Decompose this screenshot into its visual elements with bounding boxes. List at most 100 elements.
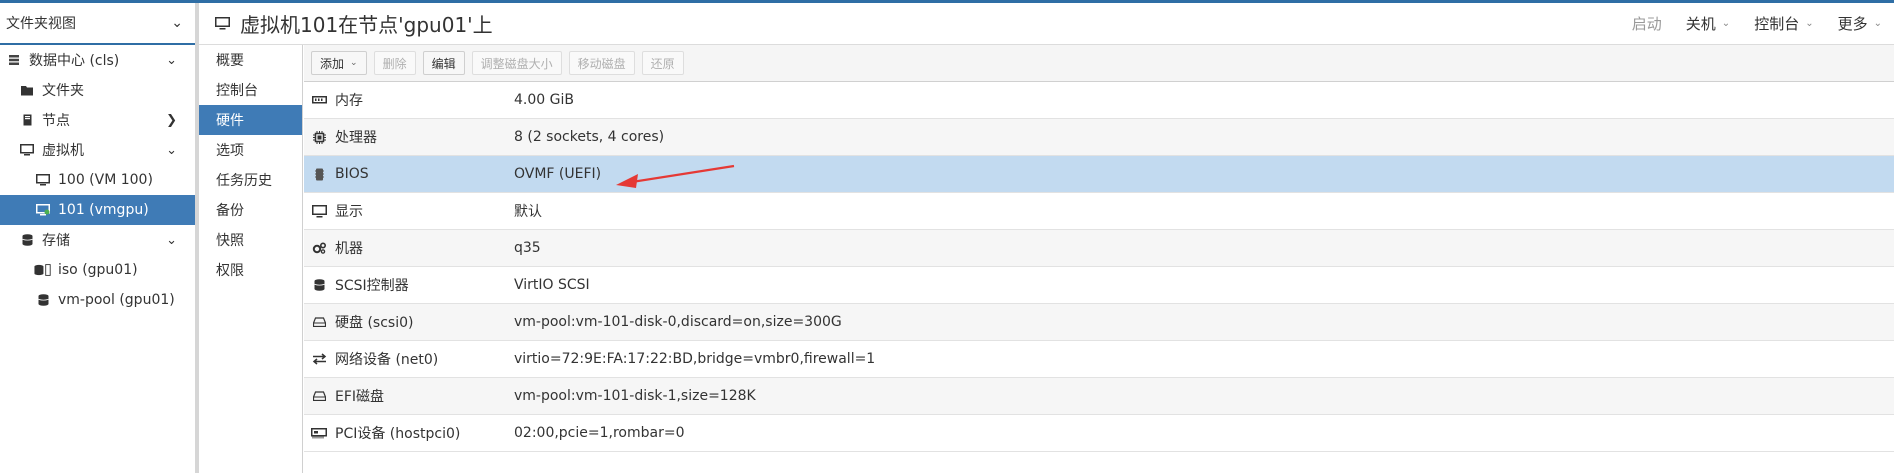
monitor-icon xyxy=(34,174,52,186)
row-value: vm-pool:vm-101-disk-0,discard=on,size=30… xyxy=(514,314,842,330)
console-button[interactable]: 控制台 ⌄ xyxy=(1742,9,1825,39)
row-key: BIOS xyxy=(335,166,369,182)
shutdown-button-label: 关机 xyxy=(1685,15,1716,33)
database-icon xyxy=(18,234,36,246)
nav-item-console[interactable]: 控制台 xyxy=(199,75,302,105)
tree-item-label: 虚拟机 xyxy=(42,143,84,159)
nav-item-task-history[interactable]: 任务历史 xyxy=(199,165,302,195)
chevron-down-icon[interactable]: ⌄ xyxy=(1722,18,1730,29)
table-row[interactable]: EFI磁盘 vm-pool:vm-101-disk-1,size=128K xyxy=(304,378,1894,415)
nav-item-backup[interactable]: 备份 xyxy=(199,195,302,225)
tree-item-label: vm-pool (gpu01) xyxy=(58,292,175,308)
table-row[interactable]: 网络设备 (net0) virtio=72:9E:FA:17:22:BD,bri… xyxy=(304,341,1894,378)
tree-item-folder[interactable]: 文件夹 xyxy=(0,75,195,105)
chevron-down-icon[interactable]: ⌄ xyxy=(166,53,177,68)
page-header: 虚拟机101在节点'gpu01'上 启动 关机 ⌄ 控制台 ⌄ 更多 ⌄ xyxy=(199,3,1894,45)
row-value: OVMF (UEFI) xyxy=(514,166,602,182)
table-row[interactable]: PCI设备 (hostpci0) 02:00,pcie=1,rombar=0 xyxy=(304,415,1894,452)
monitor-icon xyxy=(215,17,230,30)
add-button[interactable]: 添加 ⌄ xyxy=(311,51,367,75)
row-key: 处理器 xyxy=(335,130,377,146)
tree-item-label: 100 (VM 100) xyxy=(58,172,153,188)
table-row[interactable]: 内存 4.00 GiB xyxy=(304,82,1894,119)
hardware-toolbar: 添加 ⌄ 删除 编辑 调整磁盘大小 移动磁盘 还原 xyxy=(304,45,1894,82)
more-button[interactable]: 更多 ⌄ xyxy=(1826,9,1894,39)
chevron-down-icon[interactable]: ⌄ xyxy=(166,233,177,248)
database-icon xyxy=(34,263,52,277)
hardware-grid: 内存 4.00 GiB 处理器 8 (2 sockets, 4 cores) B… xyxy=(304,82,1894,452)
chevron-down-icon[interactable]: ⌄ xyxy=(1874,18,1882,29)
nav-item-options[interactable]: 选项 xyxy=(199,135,302,165)
cpu-icon xyxy=(309,130,329,144)
cogs-icon xyxy=(309,242,329,254)
more-button-label: 更多 xyxy=(1837,15,1868,33)
hard-disk-icon xyxy=(309,317,329,327)
tree-item-storage-iso[interactable]: iso (gpu01) xyxy=(0,255,195,285)
monitor-icon xyxy=(18,144,36,156)
tree-item-label: 数据中心 (cls) xyxy=(29,53,120,69)
row-key: SCSI控制器 xyxy=(335,278,409,294)
bios-chip-icon xyxy=(309,168,329,181)
chevron-down-icon[interactable]: ⌄ xyxy=(166,143,177,158)
row-key: PCI设备 (hostpci0) xyxy=(335,426,461,442)
table-row[interactable]: 机器 q35 xyxy=(304,230,1894,267)
tree-view-selector[interactable]: 文件夹视图 ⌄ xyxy=(0,3,195,45)
pci-card-icon xyxy=(309,427,329,439)
nav-item-snapshots[interactable]: 快照 xyxy=(199,225,302,255)
tree-item-vms[interactable]: 虚拟机 ⌄ xyxy=(0,135,195,165)
row-value: virtio=72:9E:FA:17:22:BD,bridge=vmbr0,fi… xyxy=(514,351,876,367)
vm-nav-menu: 概要 控制台 硬件 选项 任务历史 备份 快照 权限 xyxy=(199,45,303,473)
tree-item-label: 节点 xyxy=(42,113,70,129)
database-icon xyxy=(34,294,52,306)
folder-icon xyxy=(18,85,36,96)
chevron-down-icon: ⌄ xyxy=(350,58,358,68)
table-row[interactable]: 显示 默认 xyxy=(304,193,1894,230)
row-value: vm-pool:vm-101-disk-1,size=128K xyxy=(514,388,756,404)
chevron-down-icon[interactable]: ⌄ xyxy=(1805,18,1813,29)
page-title: 虚拟机101在节点'gpu01'上 xyxy=(215,9,493,38)
tree-item-label: 101 (vmgpu) xyxy=(58,202,149,218)
table-row[interactable]: SCSI控制器 VirtIO SCSI xyxy=(304,267,1894,304)
chevron-down-icon: ⌄ xyxy=(171,15,183,31)
tree-item-vm-101[interactable]: 101 (vmgpu) xyxy=(0,195,195,225)
row-key: 网络设备 (net0) xyxy=(335,352,439,368)
shutdown-button[interactable]: 关机 ⌄ xyxy=(1674,9,1742,39)
edit-button[interactable]: 编辑 xyxy=(422,51,465,75)
monitor-running-icon xyxy=(34,204,52,216)
row-value: 默认 xyxy=(514,204,542,220)
nav-item-permissions[interactable]: 权限 xyxy=(199,255,302,285)
tree-item-storage-vm-pool[interactable]: vm-pool (gpu01) xyxy=(0,285,195,315)
move-disk-button[interactable]: 移动磁盘 xyxy=(568,51,635,75)
header-actions: 启动 关机 ⌄ 控制台 ⌄ 更多 ⌄ xyxy=(1620,3,1894,44)
hardware-panel: 添加 ⌄ 删除 编辑 调整磁盘大小 移动磁盘 还原 内存 4.00 GiB 处理… xyxy=(304,45,1894,473)
row-key: 内存 xyxy=(335,93,363,109)
row-key: 机器 xyxy=(335,241,363,257)
table-row[interactable]: BIOS OVMF (UEFI) xyxy=(304,156,1894,193)
tree-item-vm-100[interactable]: 100 (VM 100) xyxy=(0,165,195,195)
revert-button[interactable]: 还原 xyxy=(641,51,684,75)
row-key: 显示 xyxy=(335,204,363,220)
row-key: EFI磁盘 xyxy=(335,389,385,405)
nav-item-summary[interactable]: 概要 xyxy=(199,45,302,75)
chevron-right-icon[interactable]: ❯ xyxy=(166,113,177,128)
tree-item-label: iso (gpu01) xyxy=(58,262,138,278)
tree-item-storage[interactable]: 存储 ⌄ xyxy=(0,225,195,255)
page-title-text: 虚拟机101在节点'gpu01'上 xyxy=(240,13,493,37)
row-value: 4.00 GiB xyxy=(514,92,574,108)
tree-item-nodes[interactable]: 节点 ❯ xyxy=(0,105,195,135)
server-rack-icon xyxy=(5,54,23,66)
node-icon xyxy=(18,114,36,126)
hard-disk-icon xyxy=(309,391,329,401)
nav-item-hardware[interactable]: 硬件 xyxy=(199,105,302,135)
table-row[interactable]: 处理器 8 (2 sockets, 4 cores) xyxy=(304,119,1894,156)
memory-icon xyxy=(309,95,329,105)
database-icon xyxy=(309,279,329,291)
resize-disk-button[interactable]: 调整磁盘大小 xyxy=(471,51,562,75)
start-button[interactable]: 启动 xyxy=(1620,9,1674,39)
add-button-label: 添加 xyxy=(320,56,345,71)
tree-item-datacenter[interactable]: 数据中心 (cls) ⌄ xyxy=(0,45,195,75)
row-key: 硬盘 (scsi0) xyxy=(335,315,414,331)
delete-button[interactable]: 删除 xyxy=(373,51,416,75)
display-icon xyxy=(309,204,329,218)
table-row[interactable]: 硬盘 (scsi0) vm-pool:vm-101-disk-0,discard… xyxy=(304,304,1894,341)
